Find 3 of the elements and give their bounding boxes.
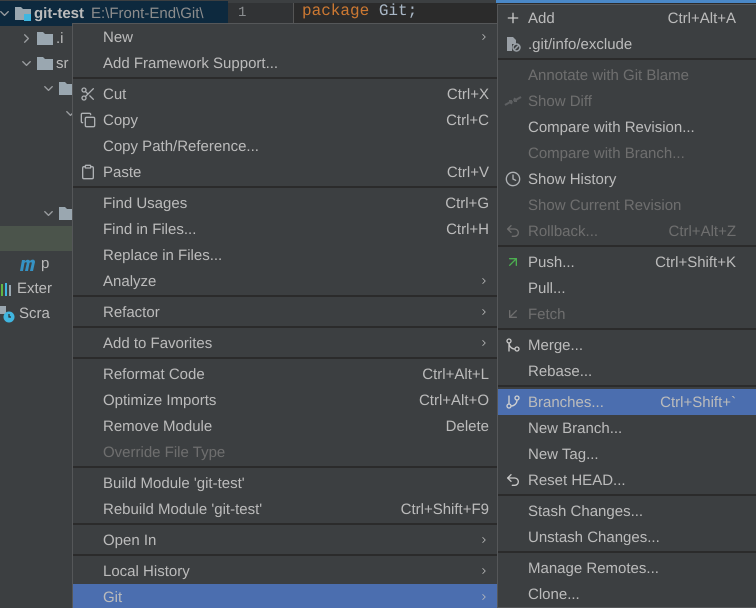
project-path: E:\Front-End\Git\ [91, 5, 204, 22]
line-number: 1 [238, 5, 246, 21]
code-line: package Git; [301, 3, 418, 20]
